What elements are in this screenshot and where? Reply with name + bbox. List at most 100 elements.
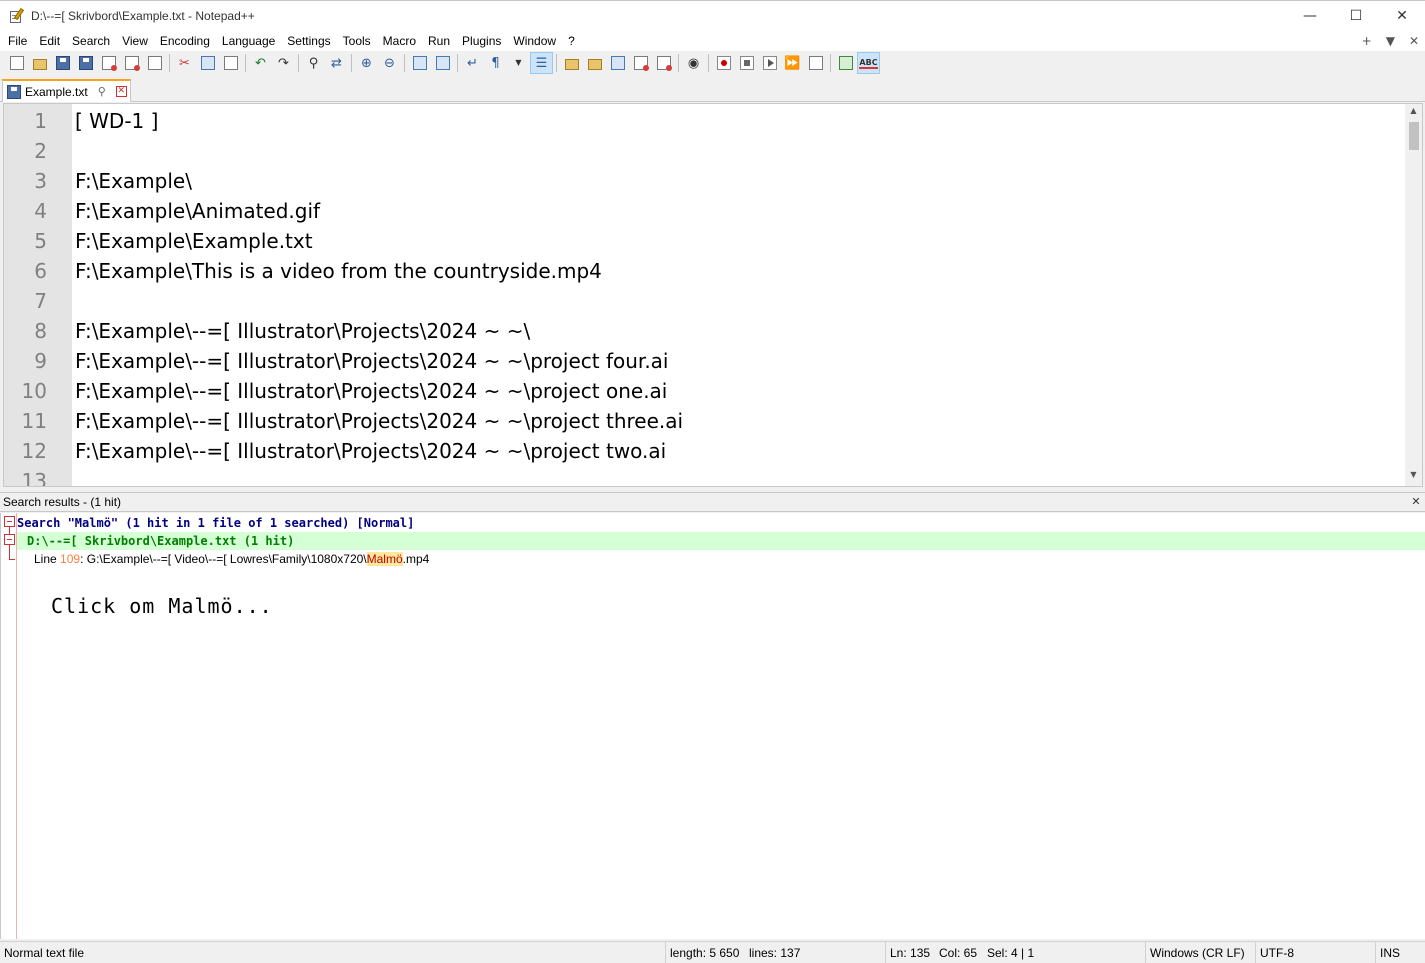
menu-encoding[interactable]: Encoding [154,34,216,48]
save-button[interactable] [51,52,74,74]
close-button[interactable] [97,52,120,74]
folder-as-workspace-button[interactable] [629,52,652,74]
scroll-up-icon[interactable]: ▲ [1405,106,1422,120]
editor-line[interactable]: 11 F:\Example\--=[ Illustrator\Projects\2… [4,406,1404,436]
title-bar[interactable]: D:\--=[ Skrivbord\Example.txt - Notepad+… [0,0,1425,31]
line-text[interactable]: F:\Example\--=[ Illustrator\Projects\202… [75,346,669,376]
editor-line[interactable]: 12 F:\Example\--=[ Illustrator\Projects\2… [4,436,1404,466]
menu-run[interactable]: Run [422,34,456,48]
vertical-scrollbar[interactable]: ▲ ▼ [1405,104,1422,486]
line-text[interactable]: F:\Example\--=[ Illustrator\Projects\202… [75,406,683,436]
copy-button[interactable] [196,52,219,74]
undo-button[interactable]: ↶ [249,52,272,74]
sync-vertical-button[interactable] [408,52,431,74]
replace-button[interactable]: ⇄ [325,52,348,74]
add-tab-icon[interactable]: + [1362,34,1372,48]
fold-toggle-file[interactable] [4,534,15,545]
indent-guide-button[interactable]: ☰ [530,52,553,74]
editor-line[interactable]: 1 [ WD-1 ] [4,106,1404,136]
pin-icon[interactable]: ⚲ [98,85,106,98]
record-macro-button[interactable] [712,52,735,74]
search-summary-line[interactable]: Search "Malmö" (1 hit in 1 file of 1 sea… [17,514,1425,532]
open-file-button[interactable] [28,52,51,74]
line-text[interactable]: F:\Example\ [75,166,192,196]
cut-button[interactable]: ✂ [173,52,196,74]
editor-line[interactable]: 13 [4,466,1404,486]
menu-file[interactable]: File [2,34,33,48]
tab-close-button[interactable]: ✕ [115,86,127,97]
editor-line[interactable]: 2 [4,136,1404,166]
hit-prefix: Line [34,552,61,566]
show-all-characters-button[interactable]: ¶ [484,52,507,74]
minimize-button[interactable]: — [1287,1,1333,31]
zoom-in-button[interactable]: ⊕ [355,52,378,74]
print-button[interactable] [143,52,166,74]
word-wrap-button[interactable]: ↵ [461,52,484,74]
editor-line[interactable]: 6 F:\Example\This is a video from the cou… [4,256,1404,286]
monitoring-button[interactable]: ◉ [682,52,705,74]
fold-toggle-search[interactable] [4,516,15,527]
status-eol[interactable]: Windows (CR LF) [1145,942,1255,963]
document-list-button[interactable] [652,52,675,74]
editor-line[interactable]: 3 F:\Example\ [4,166,1404,196]
run-macro-multiple-icon: ⏩ [784,55,801,71]
redo-button[interactable]: ↷ [272,52,295,74]
menu-plugins[interactable]: Plugins [456,34,507,48]
sync-horizontal-button[interactable] [431,52,454,74]
line-text[interactable]: F:\Example\Example.txt [75,226,313,256]
editor-line[interactable]: 9 F:\Example\--=[ Illustrator\Projects\20… [4,346,1404,376]
line-text[interactable]: F:\Example\--=[ Illustrator\Projects\202… [75,436,666,466]
search-results-panel[interactable]: Search "Malmö" (1 hit in 1 file of 1 sea… [0,513,1425,939]
folder-as-workspace-icon [633,56,649,71]
menu-macro[interactable]: Macro [377,34,422,48]
doc-map-button[interactable] [583,52,606,74]
menu-edit[interactable]: Edit [33,34,66,48]
find-button[interactable]: ⚲ [302,52,325,74]
menu-language[interactable]: Language [216,34,281,48]
close-panel-button[interactable]: ✕ [1410,496,1422,508]
editor-line[interactable]: 5 F:\Example\Example.txt [4,226,1404,256]
print-icon [147,56,162,70]
editor-line[interactable]: 10 F:\Example\--=[ Illustrator\Projects\2… [4,376,1404,406]
status-encoding[interactable]: UTF-8 [1255,942,1375,963]
editor-line[interactable]: 7 [4,286,1404,316]
line-text[interactable]: F:\Example\Animated.gif [75,196,320,226]
editor-line[interactable]: 4 F:\Example\Animated.gif [4,196,1404,226]
save-macro-button[interactable] [804,52,827,74]
replace-icon: ⇄ [331,55,342,71]
search-hit-line[interactable]: Line 109: G:\Example\--=[ Video\--=[ Low… [17,550,1425,568]
menu-help[interactable]: ? [562,34,581,48]
scroll-down-icon[interactable]: ▼ [1405,470,1422,484]
menu-settings[interactable]: Settings [281,34,336,48]
search-file-line[interactable]: D:\--=[ Skrivbord\Example.txt (1 hit) [17,532,1425,550]
save-all-button[interactable] [74,52,97,74]
plugin-button[interactable] [834,52,857,74]
function-list-button[interactable] [606,52,629,74]
playback-button[interactable] [758,52,781,74]
show-all-characters-dropdown[interactable]: ▼ [507,52,530,74]
user-language-button[interactable] [560,52,583,74]
tab-list-icon[interactable]: ▼ [1386,34,1395,48]
editor-line[interactable]: 8 F:\Example\--=[ Illustrator\Projects\20… [4,316,1404,346]
editor[interactable]: 1 [ WD-1 ] 2 3 F:\Example\ 4 F:\Example\Animat… [3,103,1423,487]
menu-search[interactable]: Search [66,34,116,48]
menu-window[interactable]: Window [507,34,562,48]
maximize-button[interactable]: ☐ [1333,1,1379,31]
menu-view[interactable]: View [116,34,154,48]
new-file-button[interactable] [5,52,28,74]
close-window-button[interactable]: ✕ [1379,1,1425,31]
close-document-icon[interactable]: ✕ [1409,34,1419,48]
paste-button[interactable] [219,52,242,74]
line-text[interactable]: F:\Example\--=[ Illustrator\Projects\202… [75,316,530,346]
run-macro-multiple-button[interactable]: ⏩ [781,52,804,74]
stop-recording-button[interactable] [735,52,758,74]
spell-check-button[interactable]: ABC [857,52,880,74]
menu-tools[interactable]: Tools [337,34,377,48]
line-text[interactable]: F:\Example\This is a video from the coun… [75,256,602,286]
close-all-button[interactable] [120,52,143,74]
scrollbar-thumb[interactable] [1409,122,1419,150]
tab-example-txt[interactable]: Example.txt ⚲ ✕ [2,79,131,102]
line-text[interactable]: [ WD-1 ] [75,106,158,136]
zoom-out-button[interactable]: ⊖ [378,52,401,74]
line-text[interactable]: F:\Example\--=[ Illustrator\Projects\202… [75,376,667,406]
